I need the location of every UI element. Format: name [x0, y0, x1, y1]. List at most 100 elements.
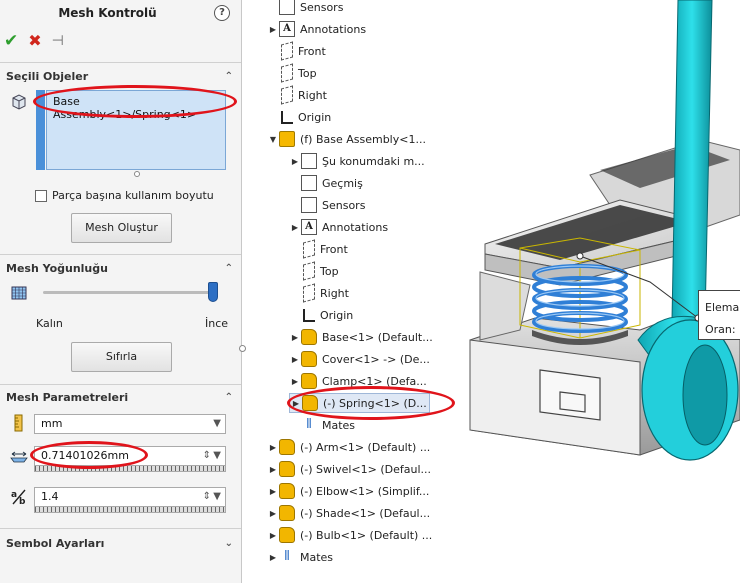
tree-item[interactable]: Sensors [267, 0, 343, 17]
tree-item[interactable]: ▼ (f) Base Assembly<1... [267, 129, 426, 149]
mesh-density-slider-thumb[interactable] [207, 282, 218, 302]
cancel-x-icon[interactable]: ✖ [28, 32, 41, 50]
expand-arrow-icon[interactable]: ▶ [267, 487, 279, 496]
ratio-value[interactable]: 1.4 [41, 490, 59, 503]
part-icon [279, 461, 295, 477]
expand-arrow-icon[interactable]: ▶ [289, 157, 301, 166]
tree-item-label: (-) Shade<1> (Defaul... [300, 506, 431, 520]
unit-value: mm [41, 417, 63, 430]
chevron-up-icon[interactable]: ⌃ [225, 68, 233, 86]
tree-item[interactable]: ▶ A Annotations [289, 217, 388, 237]
chevron-down-icon[interactable]: ▼ [213, 447, 221, 465]
plane-icon [281, 85, 293, 105]
reset-button[interactable]: Sıfırla [71, 342, 172, 372]
part-icon [279, 483, 295, 499]
arm-vertical [671, 0, 713, 321]
tree-item[interactable]: Origin [267, 107, 331, 127]
tree-item[interactable]: ▶ (-) Elbow<1> (Simplif... [267, 481, 429, 501]
section-header-symbol-settings[interactable]: Sembol Ayarları ⌄ [0, 535, 241, 553]
tree-item-label: Top [320, 264, 339, 278]
tree-item-label: (-) Swivel<1> (Defaul... [300, 462, 432, 476]
ok-check-icon[interactable]: ✔ [4, 32, 18, 50]
chevron-down-icon[interactable]: ⌄ [225, 535, 233, 553]
svg-text:a: a [11, 490, 17, 500]
spin-icon[interactable]: ⇕ [203, 447, 211, 465]
tree-item[interactable]: Top [289, 261, 339, 281]
tree-item[interactable]: ▶ Şu konumdaki m... [289, 151, 425, 171]
callout-element-label: Elemar [705, 301, 740, 314]
confirm-toolbar: ✔ ✖ ⊣ [4, 32, 64, 51]
unit-select[interactable]: mm ▼ [34, 414, 226, 434]
part-icon [279, 527, 295, 543]
tree-item[interactable]: ▶ (-) Shade<1> (Defaul... [267, 503, 430, 523]
divider [0, 62, 241, 63]
annotation-ellipse-element-size [30, 441, 148, 469]
expand-arrow-icon[interactable]: ▶ [267, 509, 279, 518]
section-title: Seçili Objeler [6, 70, 89, 83]
create-mesh-button[interactable]: Mesh Oluştur [71, 213, 172, 243]
ratio-input[interactable]: 1.4 ⇕ ▼ [34, 487, 226, 507]
section-title: Mesh Yoğunluğu [6, 262, 108, 275]
part-icon [301, 351, 317, 367]
tree-item[interactable]: ▶ A Annotations [267, 19, 366, 39]
tree-item[interactable]: Right [267, 85, 327, 105]
part-icon [301, 329, 317, 345]
expand-arrow-icon[interactable]: ▶ [267, 25, 279, 34]
mesh-density-slider-track[interactable] [43, 291, 218, 294]
expand-arrow-icon[interactable]: ▶ [267, 531, 279, 540]
element-size-icon [10, 451, 28, 463]
collapse-arrow-icon[interactable]: ▼ [267, 135, 279, 144]
tree-item[interactable]: Top [267, 63, 317, 83]
tree-item-label: Origin [320, 308, 354, 322]
per-part-size-checkbox[interactable] [35, 189, 47, 202]
tree-item[interactable]: Sensors [289, 195, 365, 215]
expand-arrow-icon[interactable]: ▶ [267, 443, 279, 452]
tree-item[interactable]: ▶ (-) Bulb<1> (Default) ... [267, 525, 432, 545]
chevron-down-icon[interactable]: ▼ [213, 488, 221, 506]
sensors-icon [301, 197, 317, 213]
spin-icon[interactable]: ⇕ [203, 488, 211, 506]
expand-arrow-icon[interactable]: ▶ [289, 355, 301, 364]
tree-item[interactable]: ▶ Cover<1> -> (De... [289, 349, 430, 369]
expand-arrow-icon[interactable]: ▶ [289, 333, 301, 342]
fine-label: İnce [205, 317, 229, 330]
expand-arrow-icon[interactable]: ▶ [289, 223, 301, 232]
tree-item[interactable]: ▶ (-) Swivel<1> (Defaul... [267, 459, 431, 479]
panel-title: Mesh Kontrolü [58, 6, 157, 20]
resize-grip[interactable] [134, 171, 140, 177]
tree-item[interactable]: Front [267, 41, 326, 61]
help-icon[interactable]: ? [214, 5, 230, 21]
section-title: Sembol Ayarları [6, 537, 105, 550]
pin-icon[interactable]: ⊣ [52, 32, 64, 50]
component-select-icon [12, 94, 26, 110]
tree-item[interactable]: Origin [289, 305, 353, 325]
tree-item-label: Geçmiş [322, 176, 363, 190]
divider [0, 528, 241, 529]
tree-item[interactable]: ▶ Base<1> (Default... [289, 327, 433, 347]
ratio-icon: a b [11, 489, 26, 506]
tree-item-label: Origin [298, 110, 332, 124]
chevron-up-icon[interactable]: ⌃ [225, 389, 233, 407]
tree-item-label: Sensors [300, 0, 344, 14]
section-header-mesh-parameters[interactable]: Mesh Parametreleri ⌃ [0, 389, 241, 407]
tree-item-label: Base<1> (Default... [322, 330, 433, 344]
chevron-up-icon[interactable]: ⌃ [225, 260, 233, 278]
expand-arrow-icon[interactable]: ▶ [267, 553, 279, 562]
tree-item[interactable]: Right [289, 283, 349, 303]
tree-item[interactable]: Geçmiş [289, 173, 363, 193]
annotation-ellipse-selection [33, 85, 237, 118]
tree-item[interactable]: Front [289, 239, 348, 259]
coarse-label: Kalın [36, 317, 63, 330]
expand-arrow-icon[interactable]: ▶ [267, 465, 279, 474]
per-part-size-option[interactable]: Parça başına kullanım boyutu [35, 189, 214, 202]
chevron-down-icon[interactable]: ▼ [213, 415, 221, 433]
expand-arrow-icon[interactable]: ▶ [289, 377, 301, 386]
mesh-density-icon [11, 286, 27, 300]
tree-item[interactable]: ▶ ⫴ Mates [267, 547, 333, 567]
tree-item-label: (-) Bulb<1> (Default) ... [300, 528, 433, 542]
ratio-thumbwheel[interactable] [34, 507, 226, 513]
section-header-mesh-density[interactable]: Mesh Yoğunluğu ⌃ [0, 260, 241, 278]
section-header-selected-objects[interactable]: Seçili Objeler ⌃ [0, 68, 241, 86]
assembly-icon [279, 131, 295, 147]
tree-item[interactable]: ▶ (-) Arm<1> (Default) ... [267, 437, 430, 457]
